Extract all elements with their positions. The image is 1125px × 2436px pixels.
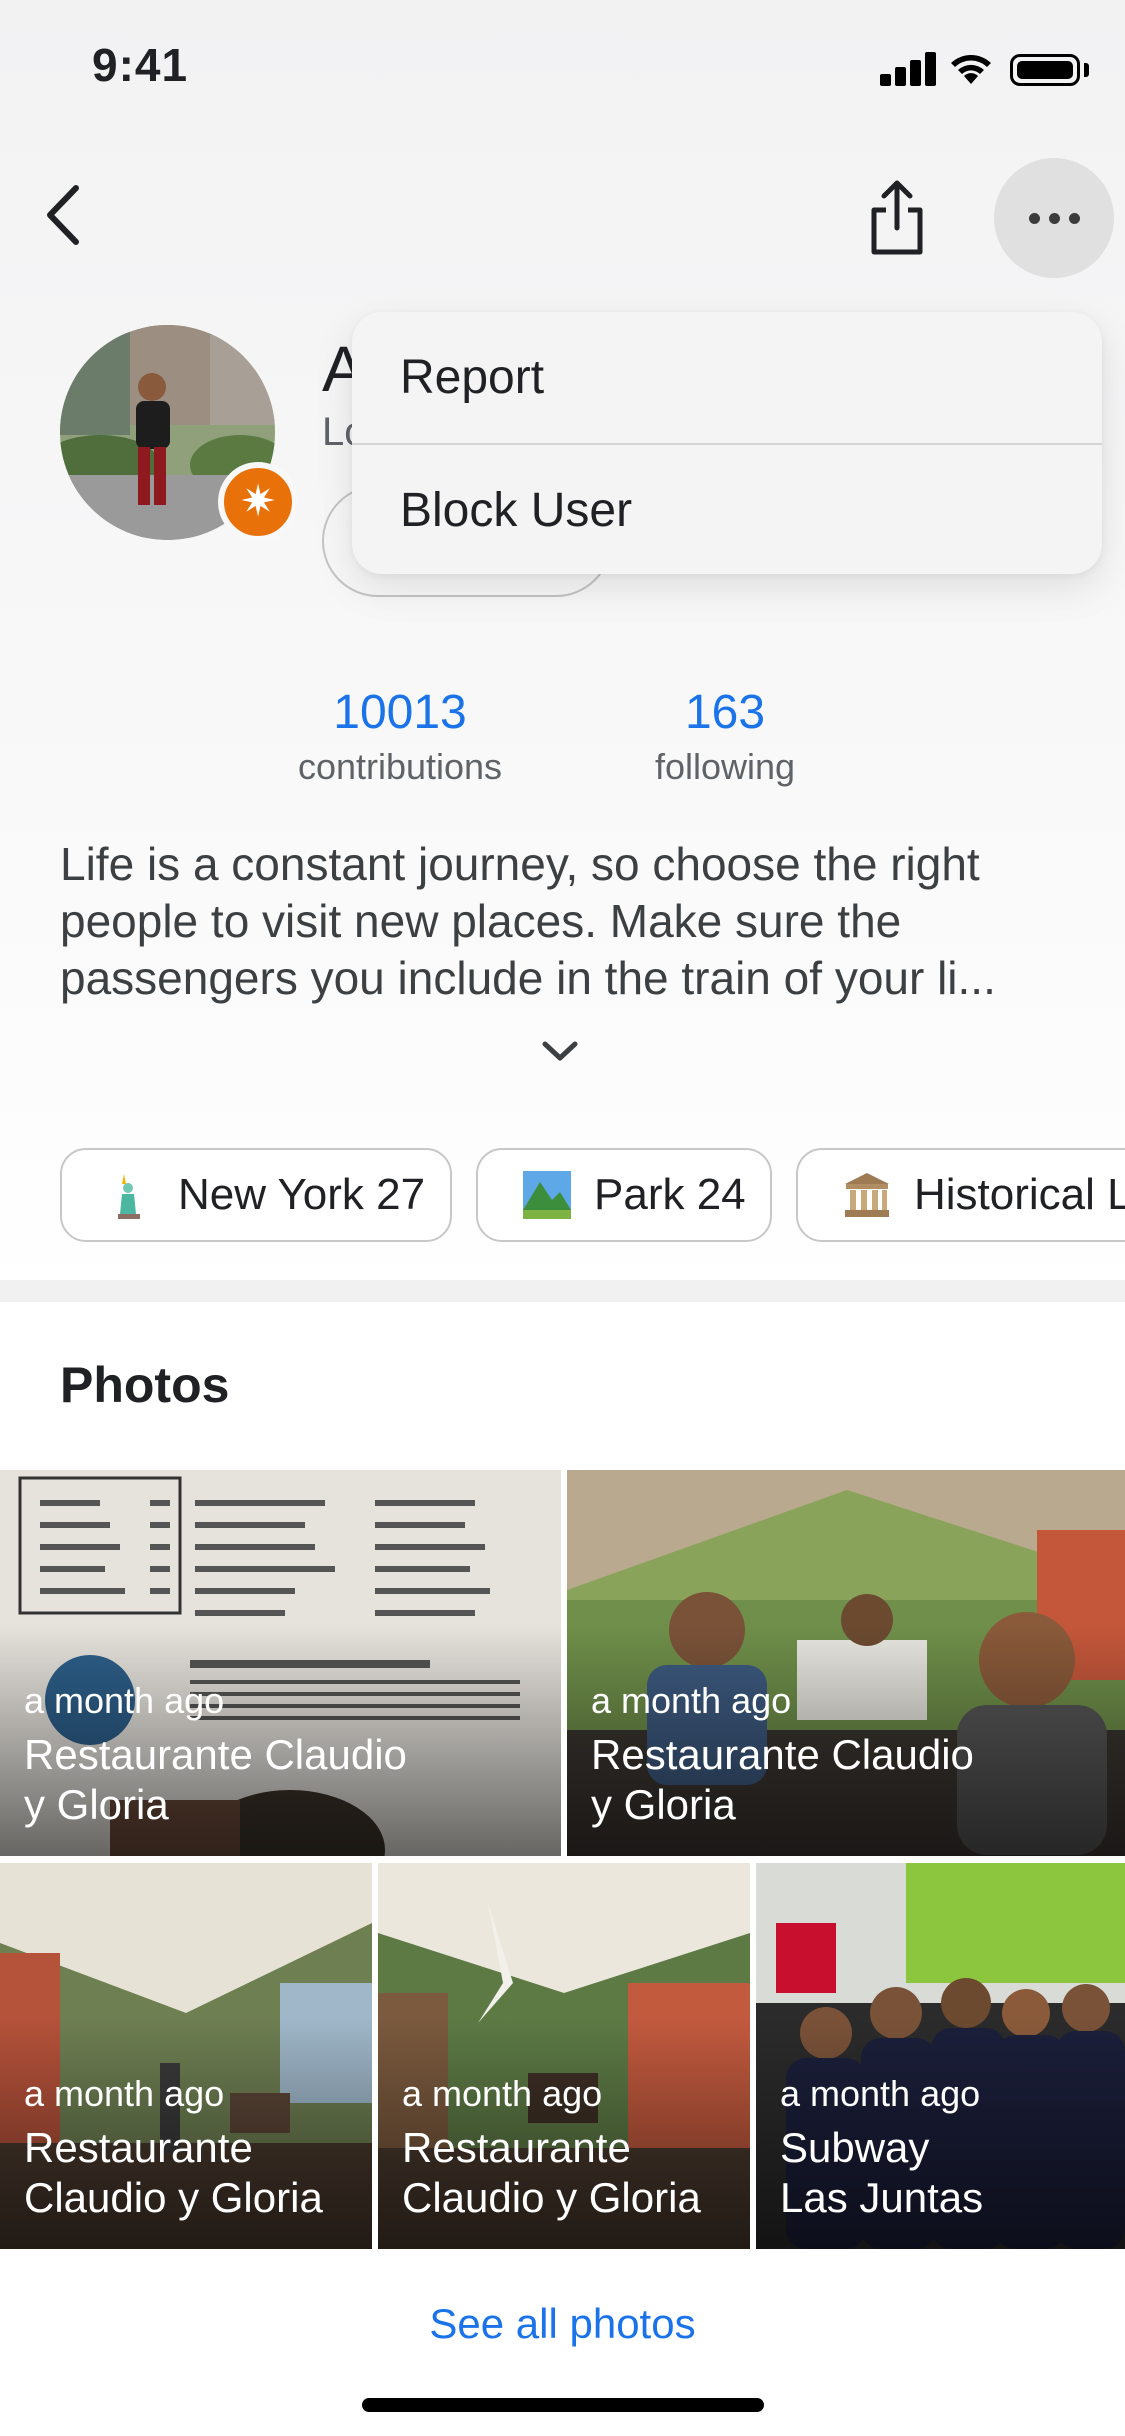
chip-new-york[interactable]: New York 27: [60, 1148, 452, 1242]
chip-label: Park 24: [594, 1170, 746, 1219]
photo-place-line: Las Juntas: [780, 2174, 984, 2221]
status-time: 9:41: [92, 39, 189, 91]
menu-item-block-user[interactable]: Block User: [352, 445, 1102, 574]
photo-place-line: Restaurante: [402, 2124, 631, 2171]
photo-place-line: Subway: [780, 2124, 930, 2171]
photo-tile[interactable]: a month ago Restaurante Claudio y Gloria: [0, 1470, 561, 1856]
photo-tile[interactable]: a month ago Subway Las Juntas: [756, 1863, 1125, 2249]
section-divider: [0, 1280, 1125, 1302]
chevron-left-icon: [47, 185, 79, 245]
share-icon: [871, 180, 923, 255]
photo-place-line: Restaurante: [24, 2124, 253, 2171]
battery-tip: [1084, 63, 1089, 77]
local-guide-badge-icon: ✷: [218, 462, 298, 542]
photo-place-line: y Gloria: [591, 1781, 736, 1828]
stat-value: 10013: [333, 686, 467, 739]
photo-place-line: Restaurante Claudio: [24, 1731, 407, 1778]
profile-bio: Life is a constant journey, so choose th…: [60, 838, 996, 1004]
back-button[interactable]: [38, 180, 98, 250]
home-indicator[interactable]: [362, 2398, 764, 2412]
park-icon: [523, 1171, 571, 1219]
stat-label: following: [654, 746, 796, 787]
share-button[interactable]: [862, 178, 932, 258]
stat-label: contributions: [297, 746, 503, 787]
wifi-icon: [951, 55, 991, 84]
photo-date: a month ago: [24, 1680, 225, 1721]
more-options-button[interactable]: [994, 158, 1114, 278]
photo-date: a month ago: [402, 2073, 603, 2114]
expand-bio-button[interactable]: [535, 1032, 585, 1072]
menu-item-report[interactable]: Report: [352, 312, 1102, 442]
options-menu: Report Block User: [352, 312, 1102, 574]
header-background: [0, 0, 1125, 1290]
chip-park[interactable]: Park 24: [476, 1148, 772, 1242]
photo-tile[interactable]: a month ago Restaurante Claudio y Gloria: [0, 1863, 372, 2249]
see-all-photos-link[interactable]: See all photos: [0, 2300, 1125, 2348]
photo-place: Restaurante Claudio y Gloria: [24, 1730, 407, 1830]
photo-place: Restaurante Claudio y Gloria: [591, 1730, 974, 1830]
photo-place: Restaurante Claudio y Gloria: [24, 2123, 323, 2223]
chip-label: New York 27: [178, 1170, 426, 1219]
photo-place-line: Restaurante Claudio: [591, 1731, 974, 1778]
photo-date: a month ago: [780, 2073, 981, 2114]
photo-place-line: Claudio y Gloria: [402, 2174, 701, 2221]
chip-historical-landmark[interactable]: Historical L: [796, 1148, 1125, 1242]
photo-place: Subway Las Juntas: [780, 2123, 983, 2223]
cellular-signal-icon: [880, 52, 936, 86]
photo-place-line: Claudio y Gloria: [24, 2174, 323, 2221]
stat-contributions[interactable]: 10013 contributions: [270, 685, 530, 788]
statue-of-liberty-icon: [118, 1174, 140, 1219]
photo-date: a month ago: [591, 1680, 792, 1721]
photos-section-title: Photos: [60, 1357, 230, 1413]
photo-place-line: y Gloria: [24, 1781, 169, 1828]
chip-label: Historical L: [914, 1170, 1125, 1219]
chevron-down-icon: [542, 1041, 578, 1061]
photo-place: Restaurante Claudio y Gloria: [402, 2123, 701, 2223]
photo-tile[interactable]: a month ago Restaurante Claudio y Gloria: [567, 1470, 1125, 1856]
stat-following[interactable]: 163 following: [615, 685, 835, 788]
photo-date: a month ago: [24, 2073, 225, 2114]
historical-landmark-icon: [845, 1173, 889, 1217]
photo-tile[interactable]: a month ago Restaurante Claudio y Gloria: [378, 1863, 750, 2249]
battery-icon: [1010, 54, 1080, 86]
stat-value: 163: [684, 686, 766, 739]
